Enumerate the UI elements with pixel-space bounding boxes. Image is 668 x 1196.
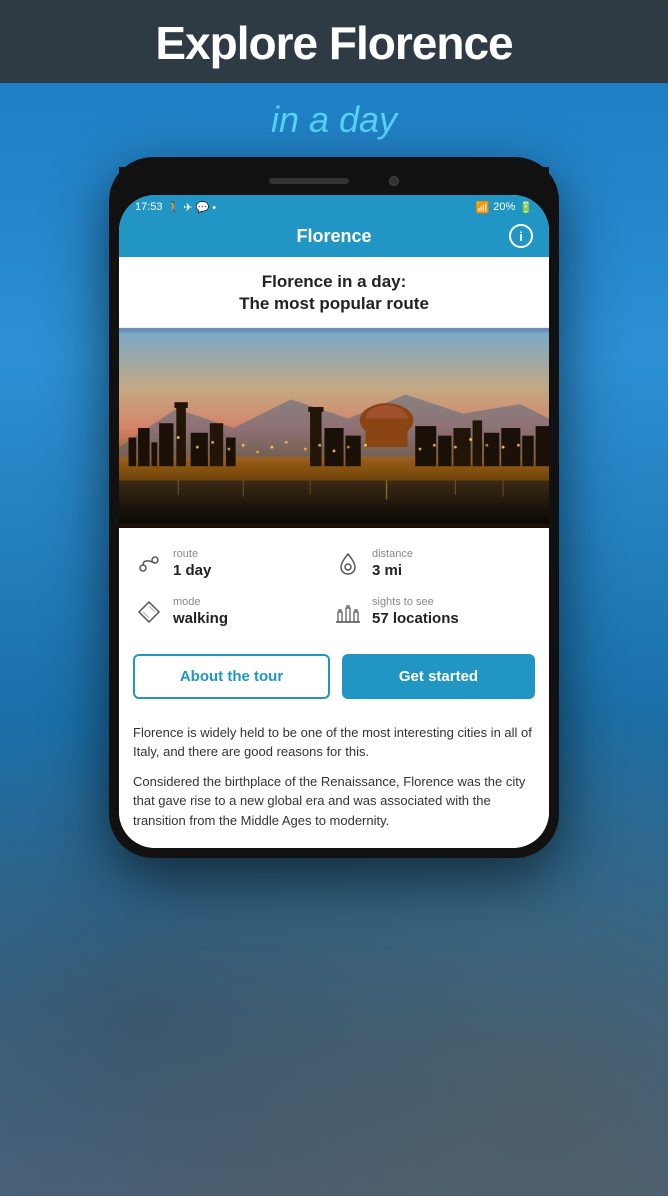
distance-label: distance — [372, 548, 413, 560]
phone-outer: 17:53 🚶 ✈ 💬 • 📶 20% 🔋 Florence i — [109, 157, 559, 859]
phone-camera — [389, 176, 399, 186]
battery-icon: 🔋 — [519, 201, 533, 214]
route-label: route — [173, 548, 211, 560]
stat-sights: sights to see 57 locations — [334, 590, 533, 638]
stat-distance: distance 3 mi — [334, 542, 533, 590]
description-para1: Florence is widely held to be one of the… — [133, 723, 535, 762]
distance-content: distance 3 mi — [372, 548, 413, 579]
phone-speaker — [269, 178, 349, 184]
distance-value: 3 mi — [372, 562, 413, 579]
sights-content: sights to see 57 locations — [372, 596, 459, 627]
subtitle: in a day — [0, 89, 668, 149]
header-section: Explore Florence — [0, 0, 668, 83]
tour-title-line1: Florence in a day: — [262, 272, 407, 291]
tour-image — [119, 328, 549, 528]
phone-notch — [119, 167, 549, 195]
mode-label: mode — [173, 596, 228, 608]
status-bar: 17:53 🚶 ✈ 💬 • 📶 20% 🔋 — [119, 195, 549, 218]
main-title: Explore Florence — [20, 18, 648, 69]
route-content: route 1 day — [173, 548, 211, 579]
status-signal: 📶 — [476, 201, 490, 214]
get-started-button[interactable]: Get started — [342, 654, 535, 699]
mode-content: mode walking — [173, 596, 228, 627]
status-battery: 20% — [493, 201, 515, 213]
mode-icon — [135, 598, 163, 632]
description-para2: Considered the birthplace of the Renaiss… — [133, 772, 535, 831]
city-svg — [119, 328, 549, 528]
sights-icon — [334, 598, 362, 632]
status-right: 📶 20% 🔋 — [476, 201, 533, 214]
action-buttons: About the tour Get started — [119, 648, 549, 713]
mode-value: walking — [173, 610, 228, 627]
tour-title-line2: The most popular route — [239, 294, 429, 313]
sights-value: 57 locations — [372, 610, 459, 627]
stats-grid: route 1 day distance 3 mi — [119, 528, 549, 648]
status-left: 17:53 🚶 ✈ 💬 • — [135, 201, 216, 214]
tour-title: Florence in a day: The most popular rout… — [135, 271, 533, 315]
distance-icon — [334, 550, 362, 584]
status-time: 17:53 — [135, 201, 163, 213]
stat-mode: mode walking — [135, 590, 334, 638]
route-value: 1 day — [173, 562, 211, 579]
nav-title: Florence — [296, 226, 371, 247]
description-section: Florence is widely held to be one of the… — [119, 713, 549, 849]
stat-route: route 1 day — [135, 542, 334, 590]
tour-title-section: Florence in a day: The most popular rout… — [119, 257, 549, 328]
route-icon — [135, 550, 163, 584]
phone-screen: 17:53 🚶 ✈ 💬 • 📶 20% 🔋 Florence i — [119, 195, 549, 849]
info-button[interactable]: i — [509, 224, 533, 248]
phone-wrapper: 17:53 🚶 ✈ 💬 • 📶 20% 🔋 Florence i — [0, 157, 668, 859]
nav-bar: Florence i — [119, 218, 549, 257]
about-tour-button[interactable]: About the tour — [133, 654, 330, 699]
sights-label: sights to see — [372, 596, 459, 608]
status-icons-left: 🚶 ✈ 💬 • — [167, 201, 217, 214]
